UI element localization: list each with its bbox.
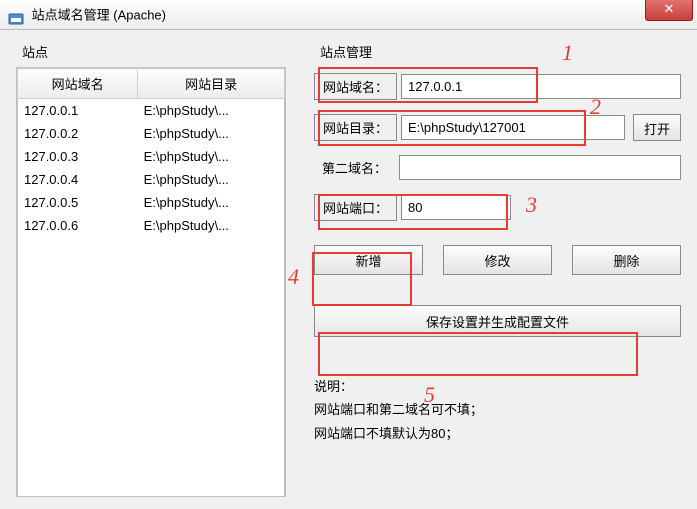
table-row	[18, 306, 285, 329]
description: 说明： 网站端口和第二域名可不填； 网站端口不填默认为80；	[314, 375, 681, 445]
desc-title: 说明：	[314, 375, 681, 398]
table-row	[18, 375, 285, 398]
col-domain[interactable]: 网站域名	[18, 69, 138, 99]
input-domain[interactable]	[401, 74, 681, 99]
titlebar: 站点域名管理 (Apache) ✕	[0, 0, 697, 30]
table-row	[18, 467, 285, 490]
table-row[interactable]: 127.0.0.4E:\phpStudy\...	[18, 168, 285, 191]
cell-domain: 127.0.0.3	[18, 145, 138, 168]
cell-dir: E:\phpStudy\...	[138, 191, 285, 214]
cell-domain: 127.0.0.4	[18, 168, 138, 191]
table-row	[18, 421, 285, 444]
modify-button[interactable]: 修改	[443, 245, 552, 275]
input-port[interactable]	[401, 195, 511, 220]
table-row	[18, 260, 285, 283]
table-row[interactable]: 127.0.0.2E:\phpStudy\...	[18, 122, 285, 145]
input-dir[interactable]	[401, 115, 625, 140]
table-row	[18, 237, 285, 260]
left-heading: 站点	[22, 42, 286, 61]
annotation-box-5	[318, 332, 638, 376]
add-button[interactable]: 新增	[314, 245, 423, 275]
delete-button[interactable]: 删除	[572, 245, 681, 275]
app-icon	[8, 8, 24, 24]
label-domain: 网站域名：	[314, 73, 397, 100]
cell-domain: 127.0.0.6	[18, 214, 138, 237]
right-panel: 站点管理 网站域名： 网站目录： 打开 第二域名： 网站端口： 新增 修改 删除…	[314, 42, 681, 497]
site-table-wrapper: 网站域名 网站目录 127.0.0.1E:\phpStudy\...127.0.…	[16, 67, 286, 497]
col-dir[interactable]: 网站目录	[138, 69, 285, 99]
cell-dir: E:\phpStudy\...	[138, 99, 285, 123]
row-domain: 网站域名：	[314, 73, 681, 100]
annotation-num-4: 4	[288, 264, 299, 290]
row-second: 第二域名：	[314, 155, 681, 180]
desc-line1: 网站端口和第二域名可不填；	[314, 398, 681, 421]
label-dir: 网站目录：	[314, 114, 397, 141]
table-row	[18, 490, 285, 497]
save-button[interactable]: 保存设置并生成配置文件	[314, 305, 681, 337]
table-row[interactable]: 127.0.0.6E:\phpStudy\...	[18, 214, 285, 237]
right-heading: 站点管理	[320, 42, 681, 61]
table-row	[18, 352, 285, 375]
window-body: 站点 网站域名 网站目录 127.0.0.1E:\phpStudy\...127…	[0, 30, 697, 509]
cell-domain: 127.0.0.1	[18, 99, 138, 123]
open-button[interactable]: 打开	[633, 114, 681, 141]
input-second[interactable]	[399, 155, 681, 180]
cell-dir: E:\phpStudy\...	[138, 145, 285, 168]
cell-domain: 127.0.0.5	[18, 191, 138, 214]
cell-dir: E:\phpStudy\...	[138, 122, 285, 145]
cell-dir: E:\phpStudy\...	[138, 214, 285, 237]
table-row	[18, 444, 285, 467]
table-row	[18, 398, 285, 421]
label-second: 第二域名：	[314, 155, 395, 180]
cell-domain: 127.0.0.2	[18, 122, 138, 145]
close-button[interactable]: ✕	[645, 0, 693, 21]
left-panel: 站点 网站域名 网站目录 127.0.0.1E:\phpStudy\...127…	[16, 42, 286, 497]
site-table[interactable]: 网站域名 网站目录 127.0.0.1E:\phpStudy\...127.0.…	[17, 68, 285, 497]
table-row	[18, 283, 285, 306]
cell-dir: E:\phpStudy\...	[138, 168, 285, 191]
table-row[interactable]: 127.0.0.5E:\phpStudy\...	[18, 191, 285, 214]
crud-button-row: 新增 修改 删除	[314, 245, 681, 275]
table-row	[18, 329, 285, 352]
label-port: 网站端口：	[314, 194, 397, 221]
window-title: 站点域名管理 (Apache)	[32, 8, 166, 23]
row-port: 网站端口：	[314, 194, 681, 221]
table-row[interactable]: 127.0.0.3E:\phpStudy\...	[18, 145, 285, 168]
row-dir: 网站目录： 打开	[314, 114, 681, 141]
desc-line2: 网站端口不填默认为80；	[314, 422, 681, 445]
table-row[interactable]: 127.0.0.1E:\phpStudy\...	[18, 99, 285, 123]
